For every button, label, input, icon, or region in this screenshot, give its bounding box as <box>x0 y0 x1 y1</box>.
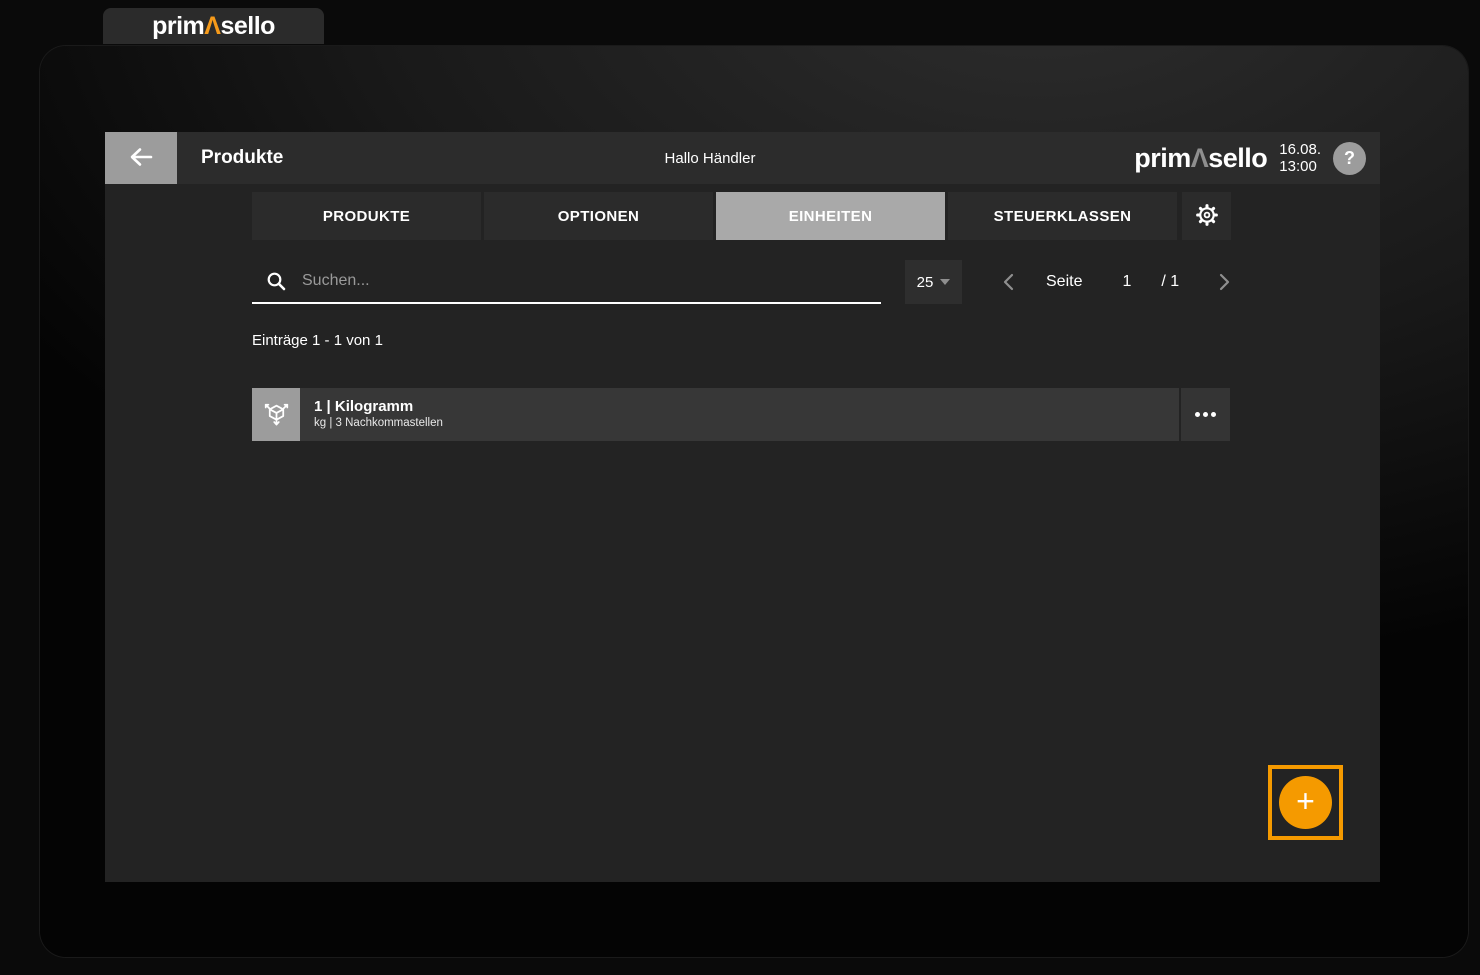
unit-cube-icon <box>252 388 300 441</box>
chevron-left-icon <box>1002 273 1014 291</box>
arrow-left-icon <box>127 145 155 172</box>
chevron-down-icon <box>940 279 950 285</box>
list-item-kilogramm[interactable]: 1 | Kilogramm kg | 3 Nachkommastellen <box>252 388 1230 441</box>
help-button[interactable]: ? <box>1333 142 1366 175</box>
primasello-logo-header: primΛsello <box>1134 143 1267 174</box>
primasello-logo: primΛsello <box>152 12 275 41</box>
greeting-text: Hallo Händler <box>665 150 756 167</box>
page-size-value: 25 <box>917 274 934 291</box>
current-page: 1 <box>1122 273 1131 291</box>
time-text: 13:00 <box>1279 158 1321 175</box>
pagination: Seite 1 / 1 <box>998 260 1235 304</box>
page-title: Produkte <box>201 147 283 169</box>
logo-caret-icon: Λ <box>1191 143 1209 173</box>
more-options-icon <box>1195 412 1216 417</box>
next-page-button[interactable] <box>1215 269 1235 295</box>
settings-button[interactable] <box>1182 192 1231 240</box>
tab-einheiten[interactable]: EINHEITEN <box>716 192 945 240</box>
tab-bar: PRODUKTE OPTIONEN EINHEITEN STEUERKLASSE… <box>252 192 1231 240</box>
search-input[interactable] <box>302 272 881 290</box>
add-unit-button[interactable]: + <box>1279 776 1332 829</box>
date-text: 16.08. <box>1279 141 1321 158</box>
main-panel: Produkte Hallo Händler primΛsello 16.08.… <box>105 132 1380 882</box>
search-icon <box>266 271 286 291</box>
add-button-focus-ring: + <box>1268 765 1343 840</box>
gear-icon <box>1194 202 1220 231</box>
total-pages: / 1 <box>1161 273 1179 291</box>
header-right: primΛsello 16.08. 13:00 ? <box>1134 141 1380 176</box>
tab-steuerklassen[interactable]: STEUERKLASSEN <box>948 192 1177 240</box>
entries-summary: Einträge 1 - 1 von 1 <box>252 332 383 349</box>
logo-caret-icon: Λ <box>204 12 220 40</box>
list-item-subtitle: kg | 3 Nachkommastellen <box>314 416 443 431</box>
tab-produkte[interactable]: PRODUKTE <box>252 192 481 240</box>
datetime-display: 16.08. 13:00 <box>1279 141 1321 176</box>
search-bar <box>252 260 881 304</box>
tab-optionen[interactable]: OPTIONEN <box>484 192 713 240</box>
list-item-title: 1 | Kilogramm <box>314 398 443 417</box>
page-size-dropdown[interactable]: 25 <box>905 260 962 304</box>
more-options-button[interactable] <box>1181 388 1230 441</box>
list-item-text: 1 | Kilogramm kg | 3 Nachkommastellen <box>314 398 443 432</box>
previous-page-button[interactable] <box>998 269 1018 295</box>
browser-tab[interactable]: primΛsello <box>103 8 324 44</box>
page-label: Seite <box>1046 273 1082 291</box>
chevron-right-icon <box>1219 273 1231 291</box>
back-button[interactable] <box>105 132 177 184</box>
app-header: Produkte Hallo Händler primΛsello 16.08.… <box>105 132 1380 184</box>
